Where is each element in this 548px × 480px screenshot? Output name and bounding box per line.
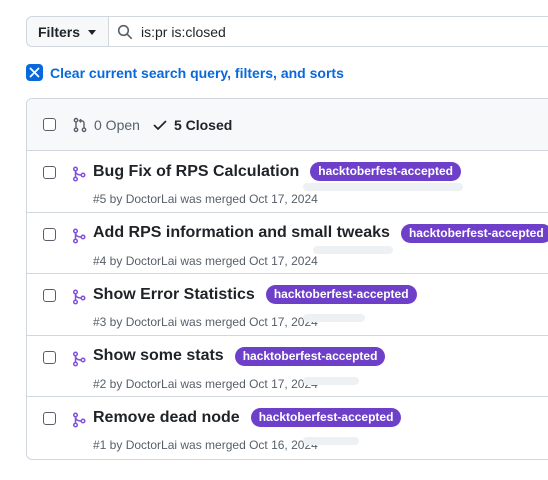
row-checkbox[interactable]: [43, 166, 56, 179]
search-box[interactable]: [109, 17, 548, 46]
pull-request-meta: #3 by DoctorLai was merged Oct 17, 2024: [93, 315, 318, 329]
git-merge-icon: [72, 350, 86, 367]
pull-request-list: 0 Open 5 Closed Bug Fix of RPS Calculati…: [26, 98, 548, 460]
open-filter-tab[interactable]: 0 Open: [72, 117, 140, 133]
placeholder-bar: [303, 376, 359, 385]
git-pull-request-icon: [73, 117, 87, 132]
git-merge-icon: [72, 227, 86, 244]
pull-request-title[interactable]: Remove dead node: [93, 409, 240, 427]
placeholder-bar: [303, 314, 365, 322]
pull-request-meta: #2 by DoctorLai was merged Oct 17, 2024: [93, 376, 318, 391]
search-input[interactable]: [141, 23, 542, 40]
list-header: 0 Open 5 Closed: [27, 99, 548, 151]
hacktoberfest-label[interactable]: hacktoberfest-accepted: [310, 162, 461, 181]
pull-request-row[interactable]: Add RPS information and small tweaks hac…: [27, 213, 548, 274]
pull-request-title[interactable]: Show Error Statistics: [93, 286, 255, 304]
pull-request-title[interactable]: Bug Fix of RPS Calculation: [93, 163, 299, 181]
hacktoberfest-label[interactable]: hacktoberfest-accepted: [265, 285, 417, 304]
placeholder-bar: [313, 245, 393, 254]
closed-count-label: 5 Closed: [173, 116, 233, 133]
git-merge-icon: [72, 289, 86, 305]
pull-request-row[interactable]: Show Error Statistics hacktoberfest-acce…: [27, 274, 548, 336]
row-checkbox[interactable]: [43, 227, 56, 241]
filters-label: Filters: [38, 23, 81, 40]
filters-dropdown-button[interactable]: Filters: [27, 17, 110, 46]
filter-bar: Filters: [26, 16, 548, 47]
closed-filter-tab[interactable]: 5 Closed: [152, 117, 232, 133]
placeholder-bar: [303, 437, 359, 445]
pull-request-meta: #4 by DoctorLai was merged Oct 17, 2024: [93, 253, 318, 268]
triangle-down-icon: [88, 30, 97, 35]
hacktoberfest-label[interactable]: hacktoberfest-accepted: [250, 408, 402, 427]
git-merge-icon: [72, 412, 86, 428]
pull-request-row[interactable]: Remove dead node hacktoberfest-accepted …: [27, 397, 548, 459]
x-icon: [26, 64, 43, 81]
clear-query-link[interactable]: Clear current search query, filters, and…: [26, 64, 344, 81]
row-checkbox[interactable]: [43, 350, 56, 364]
search-icon: [117, 24, 133, 39]
pull-request-meta: #1 by DoctorLai was merged Oct 16, 2024: [93, 438, 318, 452]
git-merge-icon: [72, 166, 86, 182]
pull-request-row[interactable]: Bug Fix of RPS Calculation hacktoberfest…: [27, 151, 548, 213]
clear-query-label: Clear current search query, filters, and…: [50, 64, 344, 81]
select-all-checkbox[interactable]: [43, 118, 56, 131]
row-checkbox[interactable]: [43, 289, 56, 302]
pull-request-row[interactable]: Show some stats hacktoberfest-accepted #…: [27, 336, 548, 397]
open-count-label: 0 Open: [94, 116, 140, 133]
pull-request-title[interactable]: Add RPS information and small tweaks: [93, 224, 390, 242]
hacktoberfest-label[interactable]: hacktoberfest-accepted: [400, 223, 548, 243]
row-checkbox[interactable]: [43, 412, 56, 425]
placeholder-bar: [303, 183, 463, 191]
pull-request-title[interactable]: Show some stats: [93, 347, 224, 365]
check-icon: [153, 120, 167, 130]
hacktoberfest-label[interactable]: hacktoberfest-accepted: [234, 346, 386, 366]
pull-request-meta: #5 by DoctorLai was merged Oct 17, 2024: [93, 192, 318, 206]
